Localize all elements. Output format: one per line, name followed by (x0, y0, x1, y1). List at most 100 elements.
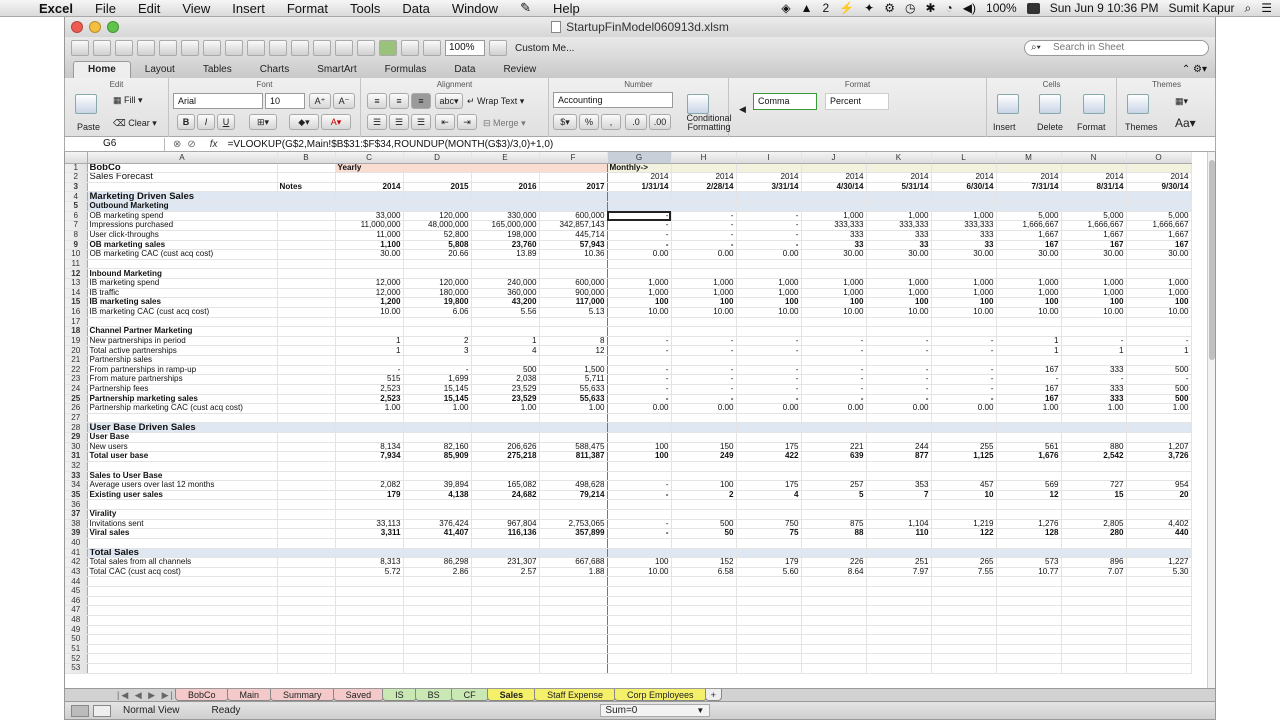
cell-value[interactable] (736, 538, 802, 549)
cell-value[interactable]: 1.88 (539, 567, 608, 578)
cell-value[interactable] (1061, 499, 1127, 510)
cell-value[interactable] (996, 663, 1062, 674)
cell-value[interactable] (996, 596, 1062, 607)
cell-value[interactable]: 30.00 (996, 249, 1062, 260)
battery-level[interactable]: 100% (986, 1, 1017, 15)
cell-value[interactable]: 333 (1061, 365, 1127, 376)
cell-value[interactable] (403, 586, 472, 597)
cell-value[interactable] (539, 615, 608, 626)
cell-value[interactable]: 2,805 (1061, 519, 1127, 530)
cell-value[interactable] (931, 355, 997, 366)
cell-value[interactable] (996, 163, 1062, 174)
ribbon-collapse-icon[interactable]: ⌃ ⚙▾ (1174, 64, 1215, 78)
cell-value[interactable]: 30.00 (801, 249, 867, 260)
cell-value[interactable]: - (671, 374, 737, 385)
cell-value[interactable]: 1.00 (1061, 403, 1127, 414)
cell-value[interactable]: 117,000 (539, 297, 608, 308)
cell-value[interactable]: 1 (335, 336, 404, 347)
cell-value[interactable]: 20.66 (403, 249, 472, 260)
cell-a[interactable]: From partnerships in ramp-up (87, 365, 278, 376)
cell-value[interactable] (866, 268, 932, 279)
sheet-tab[interactable]: Corp Employees (614, 689, 707, 701)
cell-value[interactable] (539, 653, 608, 664)
select-all-corner[interactable] (65, 152, 88, 164)
cell-value[interactable]: 1,207 (1126, 442, 1192, 453)
cell-b[interactable] (277, 653, 336, 664)
cell-value[interactable] (403, 625, 472, 636)
cell-value[interactable] (866, 625, 932, 636)
cell-value[interactable] (335, 201, 404, 212)
spotlight-icon[interactable]: ⌕ (1245, 1, 1252, 16)
cell-value[interactable] (403, 615, 472, 626)
row-header[interactable]: 45 (65, 586, 88, 597)
cell-value[interactable] (801, 605, 867, 616)
cell-value[interactable] (1061, 191, 1127, 202)
cell-b[interactable] (277, 172, 336, 183)
cell-value[interactable]: 1,000 (1126, 288, 1192, 299)
cell-value[interactable]: - (866, 345, 932, 356)
row-header[interactable]: 35 (65, 490, 88, 501)
column-header[interactable]: F (539, 152, 608, 164)
cell-value[interactable] (607, 615, 672, 626)
row-header[interactable]: 26 (65, 403, 88, 414)
cell-value[interactable] (471, 461, 540, 472)
cell-a[interactable]: Viral sales (87, 528, 278, 539)
column-header[interactable]: E (471, 152, 540, 164)
cell-value[interactable]: 85,909 (403, 451, 472, 462)
cell-value[interactable]: 2014 (931, 172, 997, 183)
cell-value[interactable] (671, 576, 737, 587)
cell-value[interactable]: 1,699 (403, 374, 472, 385)
cell-value[interactable]: - (736, 230, 802, 241)
cell-a[interactable] (87, 538, 278, 549)
cell-a[interactable]: IB marketing sales (87, 297, 278, 308)
cell-value[interactable]: 1,000 (996, 288, 1062, 299)
cell-value[interactable]: 10.36 (539, 249, 608, 260)
cell-value[interactable] (996, 509, 1062, 520)
cell-a[interactable] (87, 317, 278, 328)
show-toolbox-icon[interactable] (401, 40, 419, 56)
row-header[interactable]: 36 (65, 499, 88, 510)
cell-value[interactable] (607, 326, 672, 337)
cell-value[interactable]: - (671, 230, 737, 241)
cell-value[interactable]: 5.30 (1126, 567, 1192, 578)
sheet-tab[interactable]: Summary (270, 689, 335, 701)
menu-insert[interactable]: Insert (221, 1, 276, 16)
menu-window[interactable]: Window (441, 1, 509, 16)
cell-value[interactable]: 2014 (335, 182, 404, 193)
cell-value[interactable]: 33,000 (335, 211, 404, 222)
cell-value[interactable] (671, 432, 737, 443)
cell-value[interactable]: 6/30/14 (931, 182, 997, 193)
cell-value[interactable] (335, 509, 404, 520)
cell-value[interactable]: 333 (1061, 394, 1127, 405)
cell-value[interactable] (866, 634, 932, 645)
cell-value[interactable] (403, 163, 472, 174)
cell-value[interactable]: 5.60 (736, 567, 802, 578)
cell-value[interactable] (335, 605, 404, 616)
cell-value[interactable]: 333 (1061, 384, 1127, 395)
sheet-tab[interactable]: Saved (332, 689, 385, 701)
row-header[interactable]: 48 (65, 615, 88, 626)
cell-b[interactable] (277, 240, 336, 251)
cell-value[interactable] (1126, 615, 1192, 626)
cell-value[interactable] (931, 625, 997, 636)
cell-value[interactable]: 5 (801, 490, 867, 501)
cell-value[interactable]: 3 (403, 345, 472, 356)
cell-a[interactable] (87, 182, 278, 193)
sheet-tab[interactable]: Main (226, 689, 273, 701)
cell-value[interactable]: 1,666,667 (996, 220, 1062, 231)
cell-value[interactable] (736, 355, 802, 366)
insert-function-icon[interactable]: fx (204, 139, 224, 150)
menu-file[interactable]: File (84, 1, 127, 16)
column-header[interactable]: J (801, 152, 867, 164)
row-header[interactable]: 18 (65, 326, 88, 337)
cell-value[interactable] (996, 548, 1062, 559)
cell-value[interactable] (866, 596, 932, 607)
cell-value[interactable] (1061, 625, 1127, 636)
cell-value[interactable]: 55,633 (539, 394, 608, 405)
cell-a[interactable]: New partnerships in period (87, 336, 278, 347)
cell-value[interactable]: - (801, 336, 867, 347)
cell-value[interactable] (1126, 422, 1192, 433)
cell-value[interactable]: 1,000 (1126, 278, 1192, 289)
cell-value[interactable] (335, 191, 404, 202)
cell-a[interactable]: Partnership fees (87, 384, 278, 395)
